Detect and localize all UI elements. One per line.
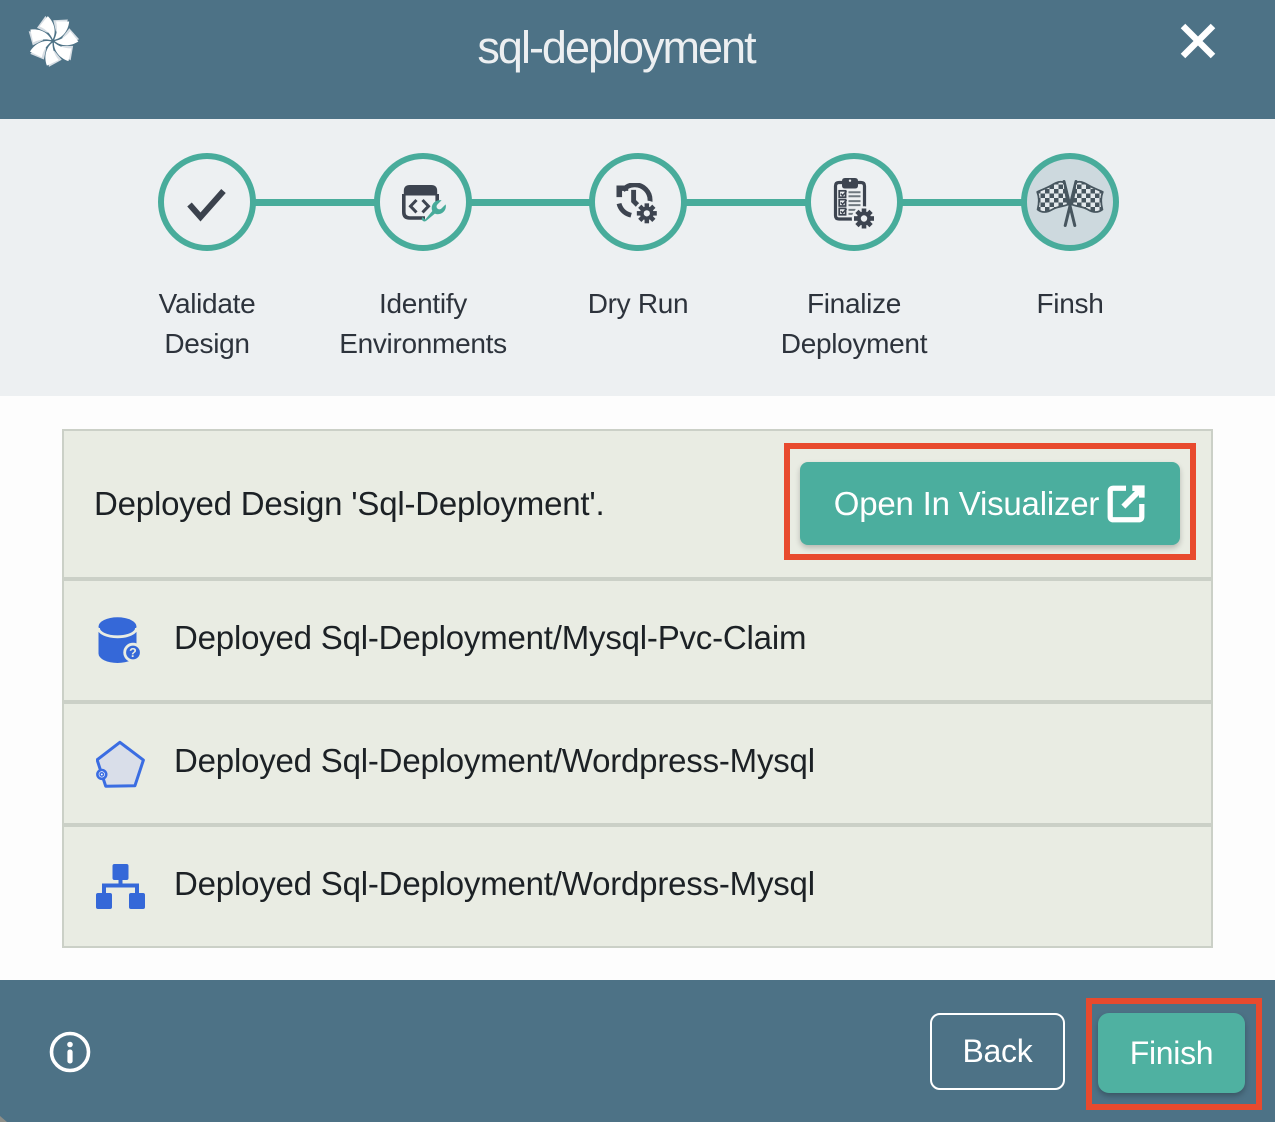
svg-text:?: ? xyxy=(129,646,137,660)
